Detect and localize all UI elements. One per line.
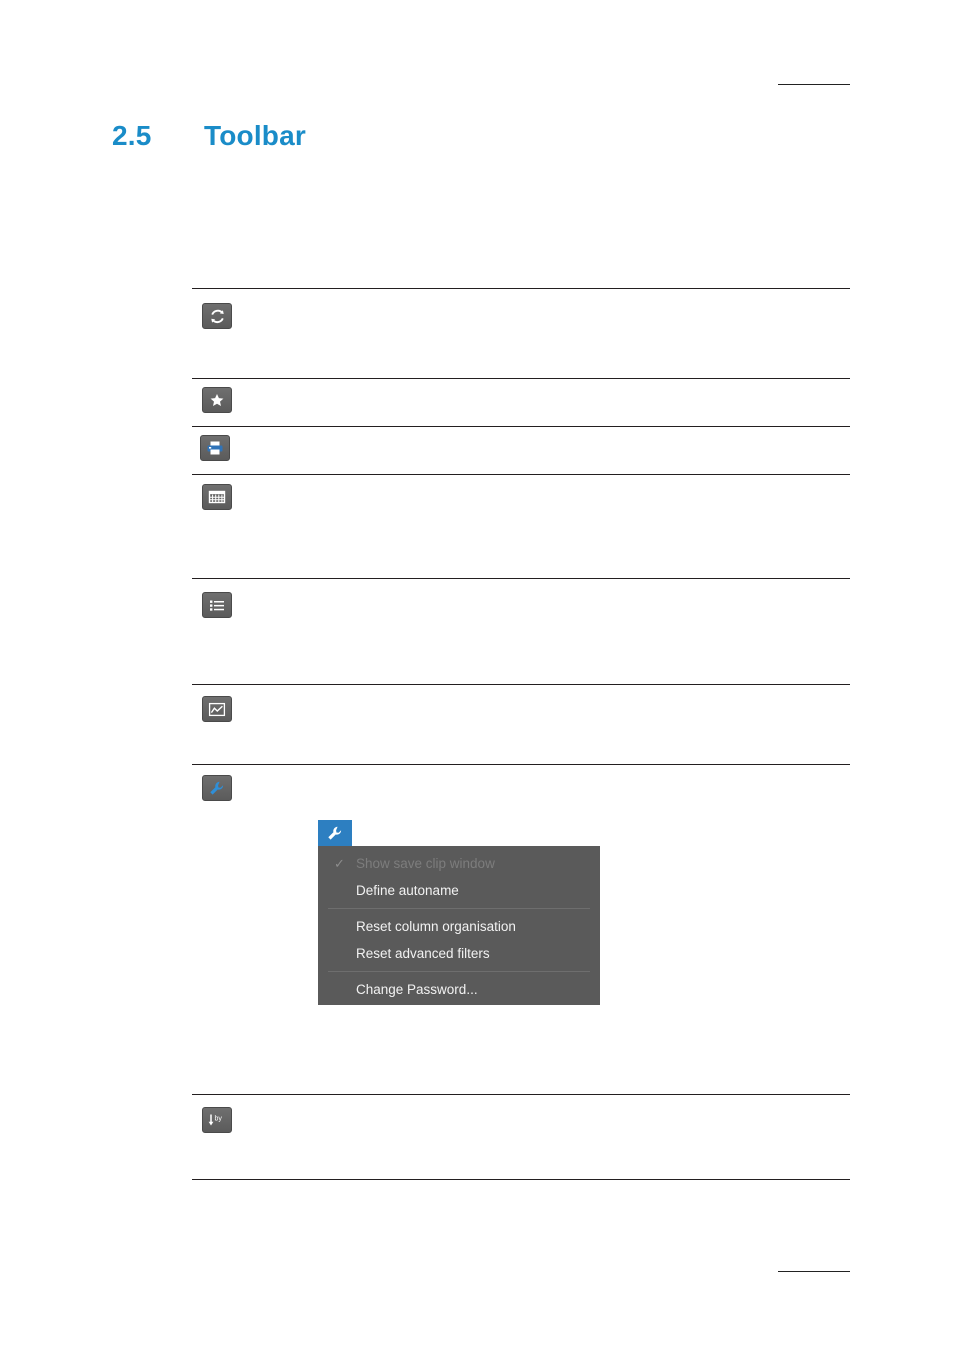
menu-item-label: Change Password...	[356, 982, 478, 997]
sort-by-icon[interactable]: by	[202, 1107, 232, 1133]
wrench-toolbar-button[interactable]	[318, 820, 352, 846]
header-rule	[778, 84, 850, 85]
menu-item-reset-advanced-filters[interactable]: Reset advanced filters	[318, 940, 600, 967]
wrench-icon	[328, 826, 342, 840]
menu-item-label: Show save clip window	[356, 856, 495, 871]
menu-item-label: Define autoname	[356, 883, 459, 898]
table-row	[192, 288, 850, 378]
refresh-icon-cell	[202, 303, 232, 329]
svg-text:by: by	[215, 1116, 223, 1123]
grid-icon[interactable]	[202, 484, 232, 510]
chart-icon-cell	[202, 696, 232, 722]
section-title: Toolbar	[204, 120, 306, 151]
menu-item-label: Reset advanced filters	[356, 946, 490, 961]
star-icon[interactable]	[202, 387, 232, 413]
grid-icon-cell	[202, 484, 232, 510]
menu-item-change-password[interactable]: Change Password...	[318, 976, 600, 1003]
table-row	[192, 684, 850, 764]
table-row	[192, 426, 850, 474]
menu-item-define-autoname[interactable]: Define autoname	[318, 877, 600, 904]
list-icon-cell	[202, 592, 232, 618]
menu-separator	[328, 971, 590, 972]
menu-item-reset-column-organisation[interactable]: Reset column organisation	[318, 913, 600, 940]
chart-icon[interactable]	[202, 696, 232, 722]
table-row	[192, 474, 850, 578]
list-icon[interactable]	[202, 592, 232, 618]
wrench-icon-cell	[202, 775, 232, 801]
star-icon-cell	[202, 387, 232, 413]
check-icon: ✓	[334, 856, 345, 871]
context-menu-screenshot: ✓ Show save clip window Define autoname …	[318, 820, 600, 1005]
print-icon[interactable]	[200, 435, 230, 461]
menu-item-show-save-clip-window[interactable]: ✓ Show save clip window	[318, 850, 600, 877]
context-menu: ✓ Show save clip window Define autoname …	[318, 846, 600, 1005]
section-number: 2.5	[112, 120, 152, 151]
footer-rule	[778, 1271, 850, 1272]
menu-separator	[328, 908, 590, 909]
menu-item-label: Reset column organisation	[356, 919, 516, 934]
table-row: by	[192, 1094, 850, 1180]
table-row	[192, 578, 850, 684]
table-row	[192, 378, 850, 426]
page-title: 2.5 Toolbar	[112, 120, 852, 152]
print-icon-cell	[200, 435, 230, 461]
sort-by-icon-cell: by	[202, 1107, 232, 1133]
refresh-icon[interactable]	[202, 303, 232, 329]
toolbar-table: by	[192, 288, 850, 1180]
wrench-icon[interactable]	[202, 775, 232, 801]
